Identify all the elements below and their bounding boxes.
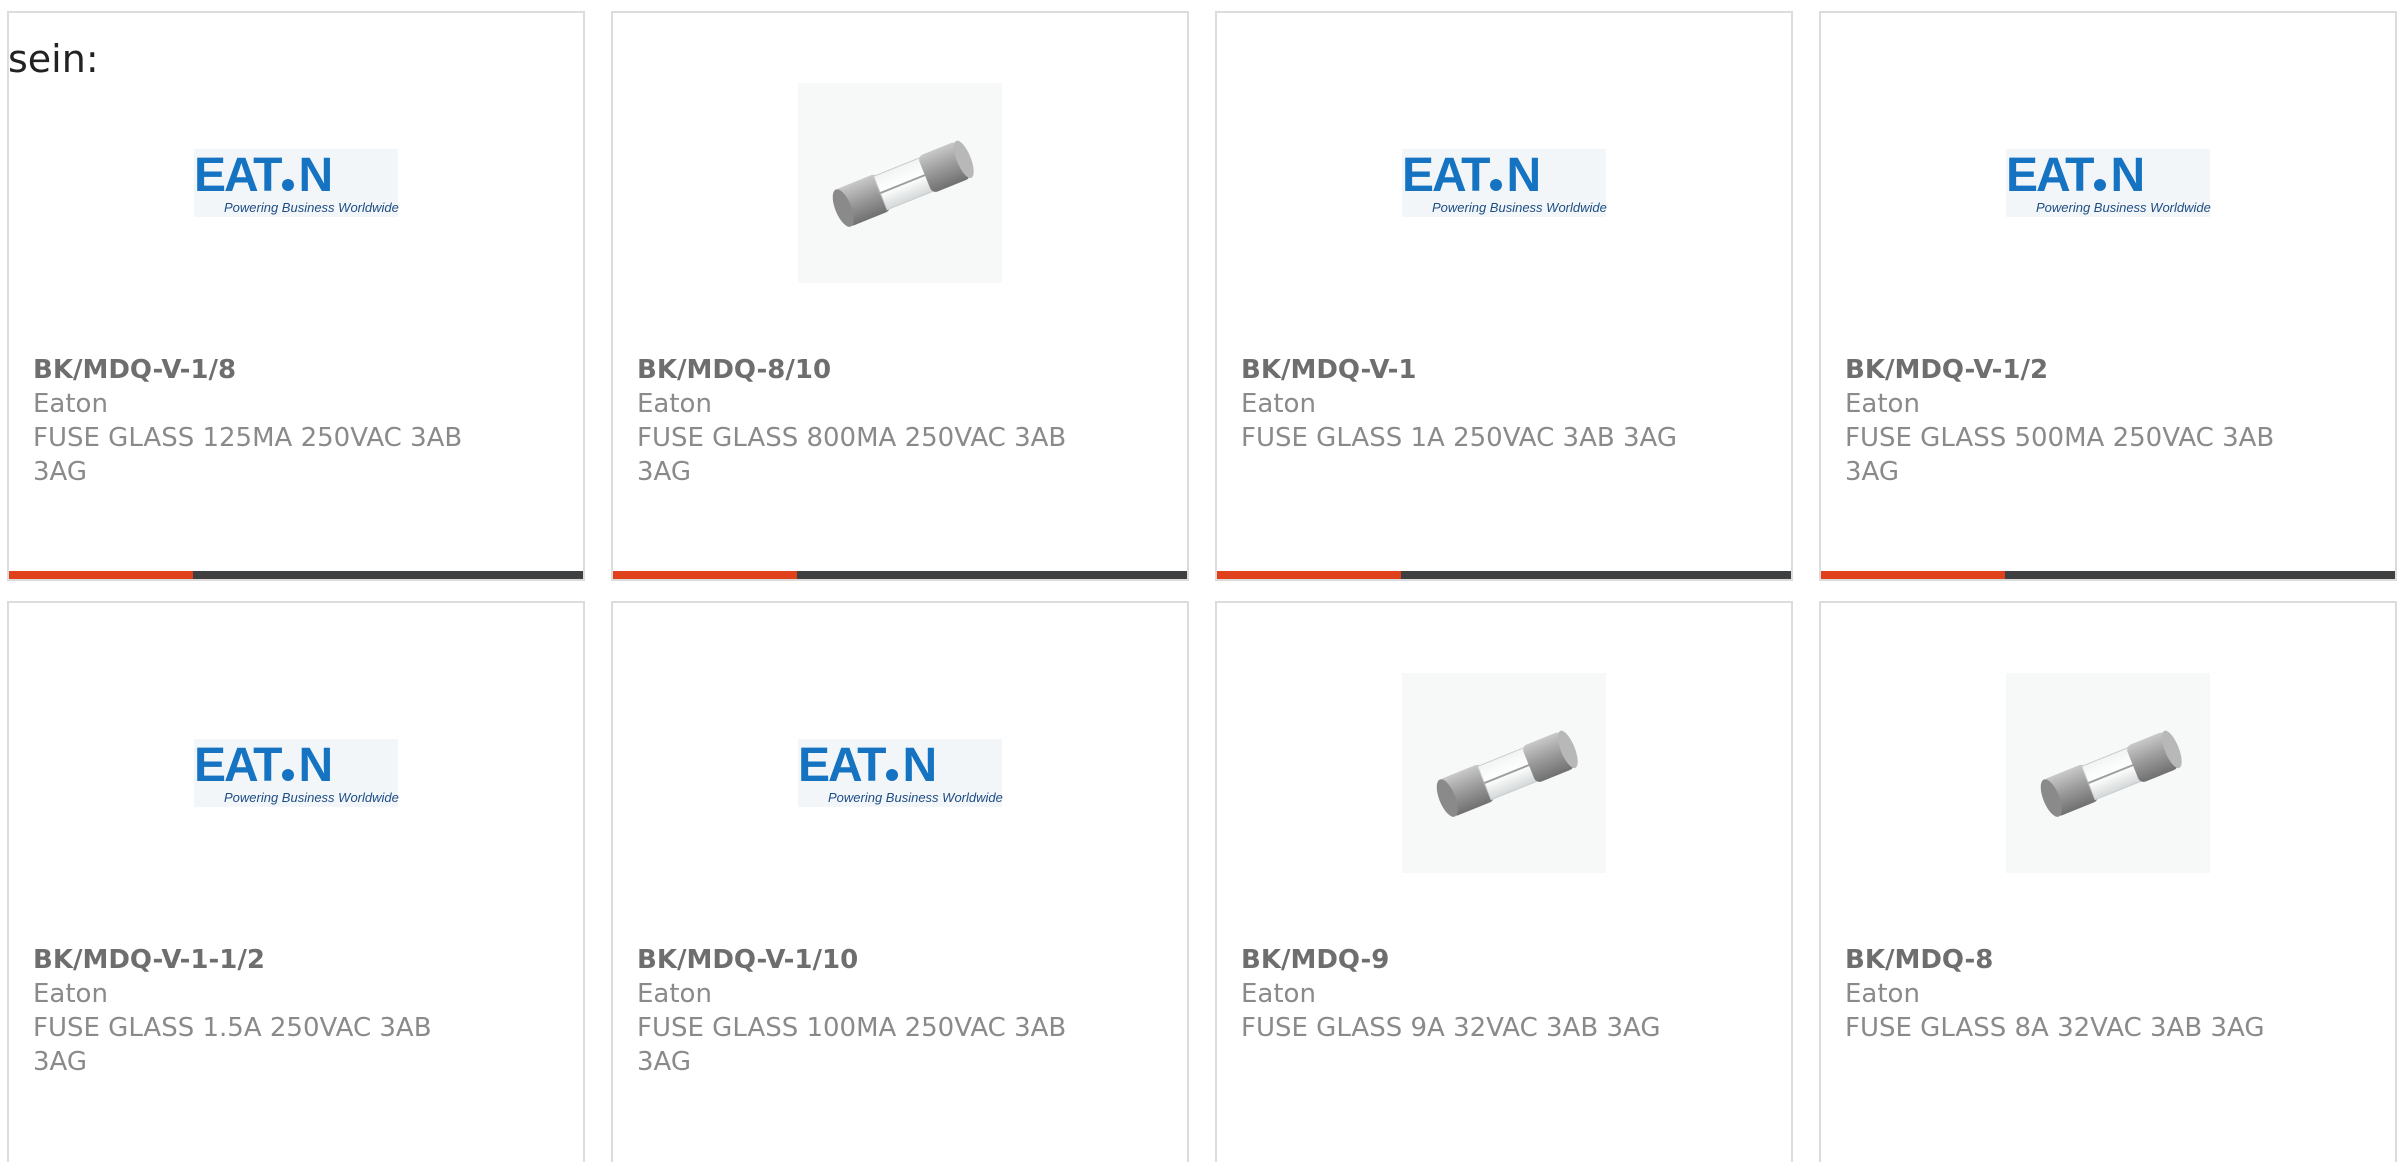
eaton-brand-text: EAT N <box>1402 149 1541 202</box>
product-meta: BK/MDQ-V-1/2 Eaton FUSE GLASS 500MA 250V… <box>1845 353 2285 489</box>
product-card[interactable]: EAT N Powering Business Worldwide BK/MDQ-… <box>7 11 585 581</box>
product-image[interactable] <box>1821 663 2395 883</box>
product-part-number[interactable]: BK/MDQ-9 <box>1241 943 1681 977</box>
eaton-logo: EAT N Powering Business Worldwide <box>798 739 1003 807</box>
product-grid: EAT N Powering Business Worldwide BK/MDQ-… <box>7 11 2400 1162</box>
product-description: FUSE GLASS 125MA 250VAC 3AB 3AG <box>33 423 463 487</box>
product-card[interactable]: EAT N Powering Business Worldwide BK/MDQ-… <box>1215 11 1793 581</box>
eaton-tagline: Powering Business Worldwide <box>1432 200 1607 215</box>
product-card[interactable]: EAT N Powering Business Worldwide BK/MDQ-… <box>7 601 585 1162</box>
product-manufacturer: Eaton <box>1845 979 1920 1009</box>
product-manufacturer: Eaton <box>1241 979 1316 1009</box>
glass-fuse-photo <box>798 83 1002 283</box>
product-manufacturer: Eaton <box>1241 389 1316 419</box>
product-description: FUSE GLASS 800MA 250VAC 3AB 3AG <box>637 423 1067 487</box>
card-progress-bar <box>1217 571 1791 579</box>
product-meta: BK/MDQ-8/10 Eaton FUSE GLASS 800MA 250VA… <box>637 353 1077 489</box>
product-part-number[interactable]: BK/MDQ-8/10 <box>637 353 1077 387</box>
card-progress-bar <box>9 571 583 579</box>
eaton-logo: EAT N Powering Business Worldwide <box>2006 149 2211 217</box>
eaton-tagline: Powering Business Worldwide <box>828 790 1003 805</box>
product-part-number[interactable]: BK/MDQ-V-1/8 <box>33 353 473 387</box>
eaton-logo: EAT N Powering Business Worldwide <box>194 149 399 217</box>
product-meta: BK/MDQ-V-1 Eaton FUSE GLASS 1A 250VAC 3A… <box>1241 353 1681 455</box>
product-card[interactable]: EAT N Powering Business Worldwide BK/MDQ-… <box>611 601 1189 1162</box>
product-part-number[interactable]: BK/MDQ-V-1/2 <box>1845 353 2285 387</box>
product-image[interactable]: EAT N Powering Business Worldwide <box>9 663 583 883</box>
glass-fuse-photo <box>1402 673 1606 873</box>
product-description: FUSE GLASS 500MA 250VAC 3AB 3AG <box>1845 423 2275 487</box>
product-manufacturer: Eaton <box>33 979 108 1009</box>
product-description: FUSE GLASS 1A 250VAC 3AB 3AG <box>1241 423 1678 453</box>
product-part-number[interactable]: BK/MDQ-V-1 <box>1241 353 1681 387</box>
product-image[interactable] <box>1217 663 1791 883</box>
product-description: FUSE GLASS 100MA 250VAC 3AB 3AG <box>637 1013 1067 1077</box>
card-progress-accent <box>9 571 193 579</box>
product-manufacturer: Eaton <box>33 389 108 419</box>
product-card[interactable]: EAT N Powering Business Worldwide BK/MDQ-… <box>1819 11 2397 581</box>
eaton-brand-text: EAT N <box>194 149 333 202</box>
product-manufacturer: Eaton <box>637 979 712 1009</box>
eaton-tagline: Powering Business Worldwide <box>224 790 399 805</box>
eaton-brand-text: EAT N <box>2006 149 2145 202</box>
eaton-brand-text: EAT N <box>194 739 333 792</box>
eaton-logo: EAT N Powering Business Worldwide <box>194 739 399 807</box>
product-description: FUSE GLASS 8A 32VAC 3AB 3AG <box>1845 1013 2265 1043</box>
product-image[interactable]: EAT N Powering Business Worldwide <box>613 663 1187 883</box>
product-manufacturer: Eaton <box>1845 389 1920 419</box>
product-part-number[interactable]: BK/MDQ-8 <box>1845 943 2285 977</box>
product-meta: BK/MDQ-9 Eaton FUSE GLASS 9A 32VAC 3AB 3… <box>1241 943 1681 1045</box>
glass-fuse-photo <box>2006 673 2210 873</box>
product-meta: BK/MDQ-V-1/8 Eaton FUSE GLASS 125MA 250V… <box>33 353 473 489</box>
product-meta: BK/MDQ-8 Eaton FUSE GLASS 8A 32VAC 3AB 3… <box>1845 943 2285 1045</box>
product-description: FUSE GLASS 9A 32VAC 3AB 3AG <box>1241 1013 1661 1043</box>
product-part-number[interactable]: BK/MDQ-V-1/10 <box>637 943 1077 977</box>
eaton-logo: EAT N Powering Business Worldwide <box>1402 149 1607 217</box>
product-image[interactable]: EAT N Powering Business Worldwide <box>9 73 583 293</box>
product-image[interactable]: EAT N Powering Business Worldwide <box>1821 73 2395 293</box>
product-image[interactable]: EAT N Powering Business Worldwide <box>1217 73 1791 293</box>
card-progress-accent <box>613 571 797 579</box>
product-image[interactable] <box>613 73 1187 293</box>
product-card[interactable]: BK/MDQ-9 Eaton FUSE GLASS 9A 32VAC 3AB 3… <box>1215 601 1793 1162</box>
product-manufacturer: Eaton <box>637 389 712 419</box>
intro-text: sein: <box>8 37 99 81</box>
product-meta: BK/MDQ-V-1/10 Eaton FUSE GLASS 100MA 250… <box>637 943 1077 1079</box>
eaton-brand-text: EAT N <box>798 739 937 792</box>
card-progress-bar <box>613 571 1187 579</box>
product-part-number[interactable]: BK/MDQ-V-1-1/2 <box>33 943 473 977</box>
card-progress-accent <box>1821 571 2005 579</box>
card-progress-accent <box>1217 571 1401 579</box>
eaton-tagline: Powering Business Worldwide <box>2036 200 2211 215</box>
product-meta: BK/MDQ-V-1-1/2 Eaton FUSE GLASS 1.5A 250… <box>33 943 473 1079</box>
product-description: FUSE GLASS 1.5A 250VAC 3AB 3AG <box>33 1013 432 1077</box>
eaton-tagline: Powering Business Worldwide <box>224 200 399 215</box>
card-progress-bar <box>1821 571 2395 579</box>
product-card[interactable]: BK/MDQ-8 Eaton FUSE GLASS 8A 32VAC 3AB 3… <box>1819 601 2397 1162</box>
product-card[interactable]: BK/MDQ-8/10 Eaton FUSE GLASS 800MA 250VA… <box>611 11 1189 581</box>
